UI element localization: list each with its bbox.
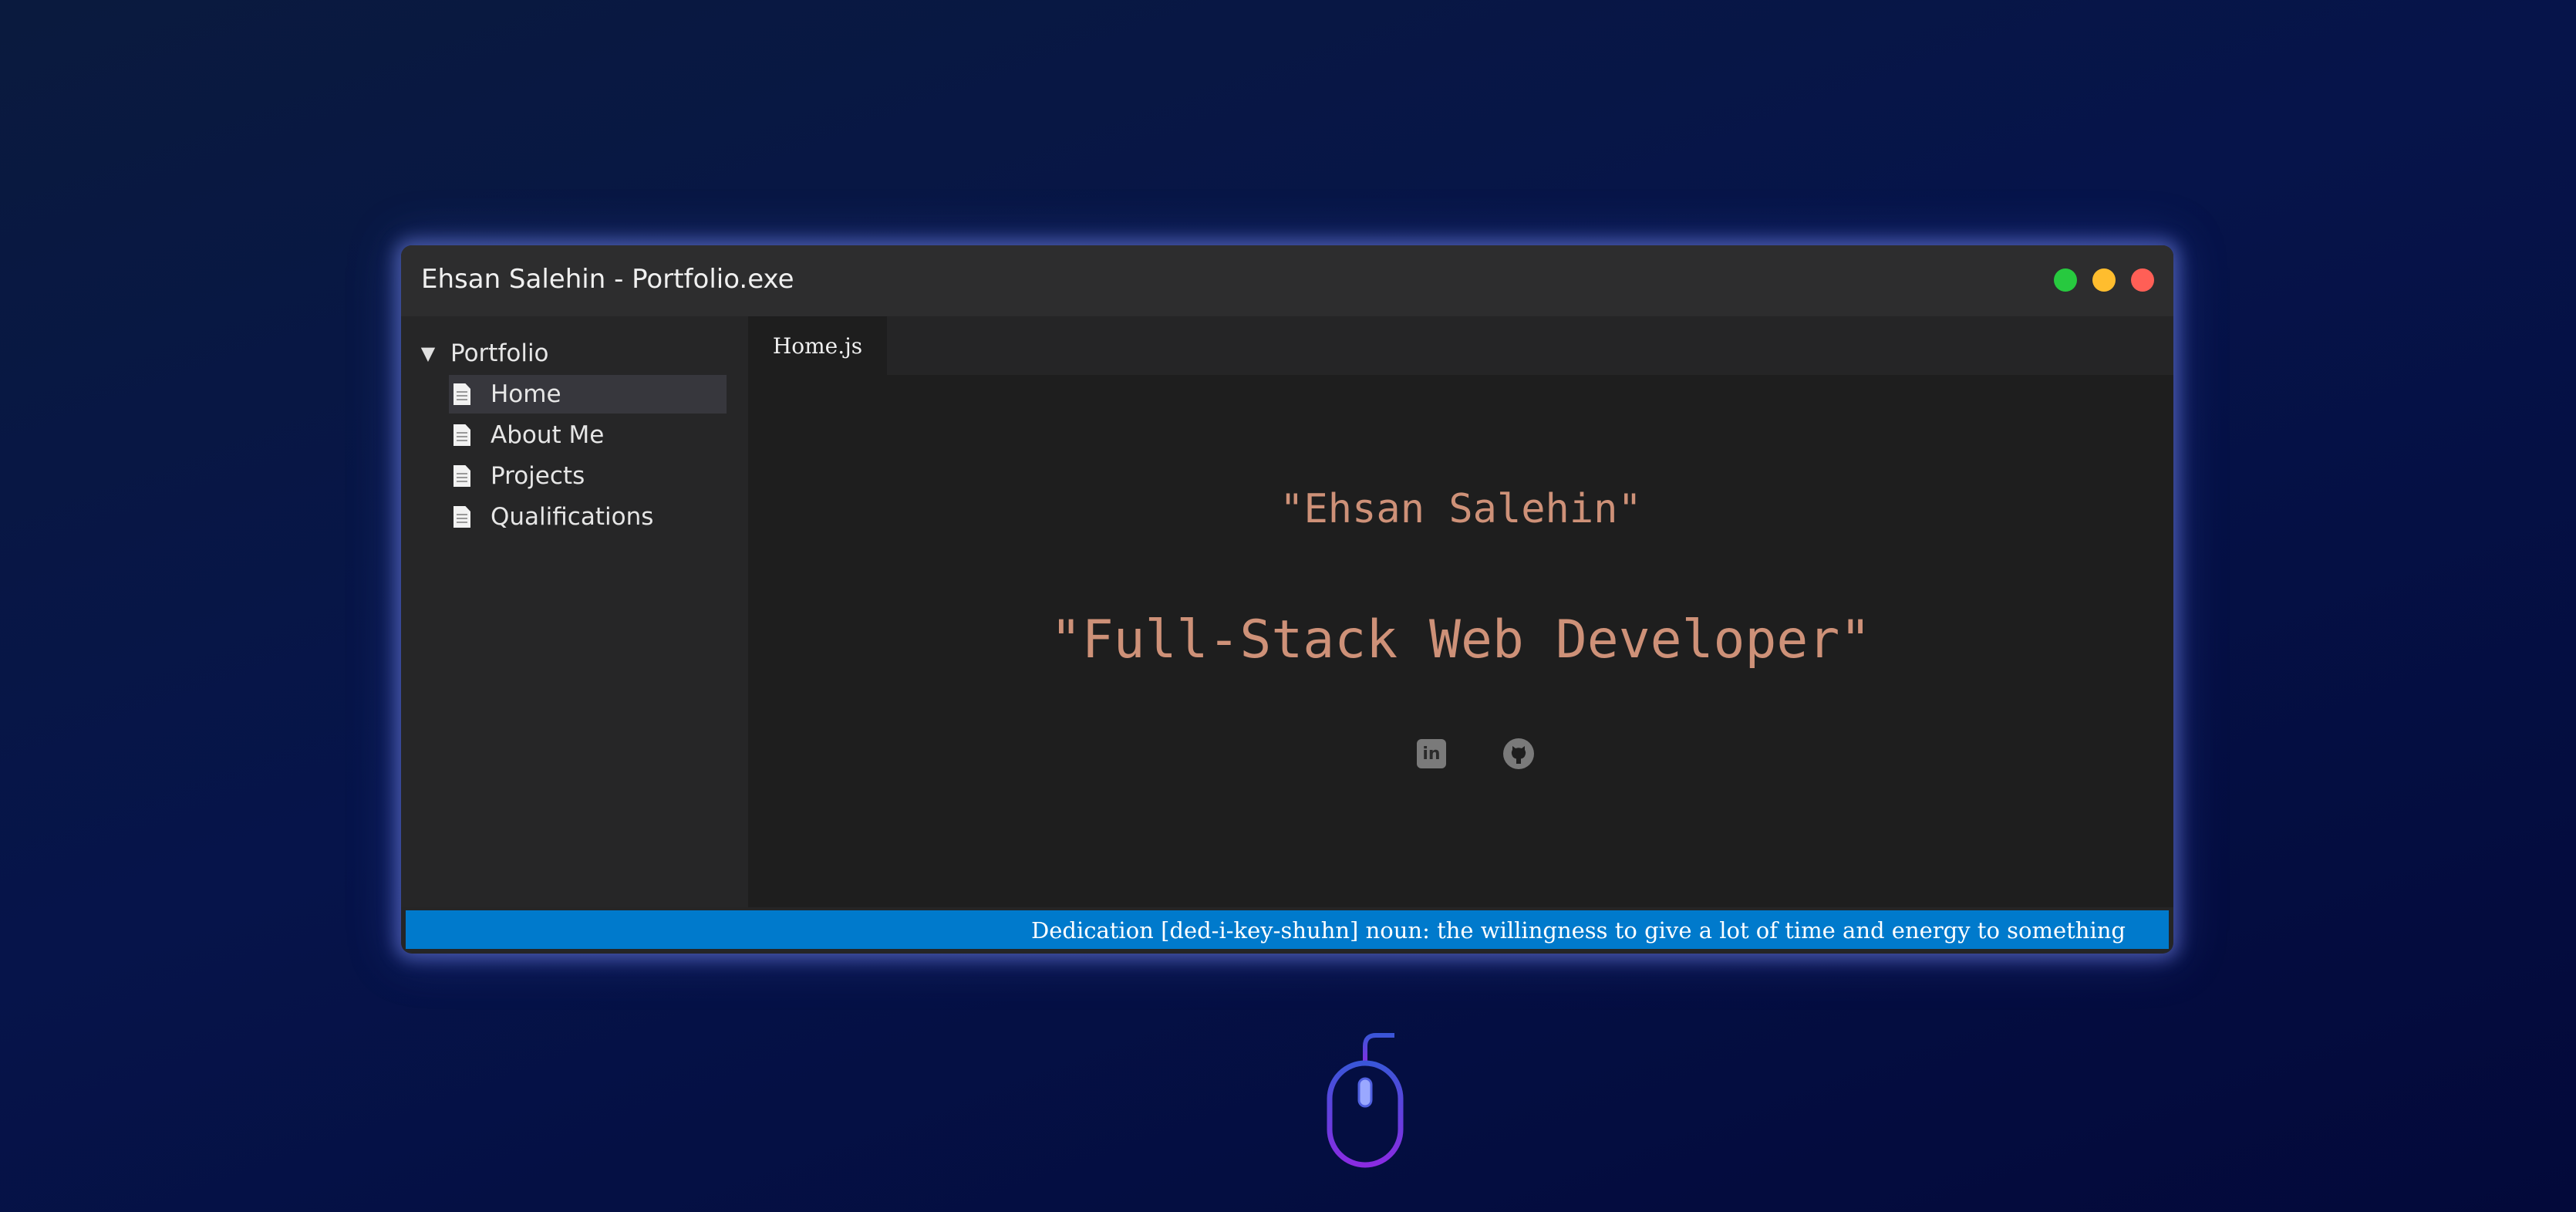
file-icon xyxy=(453,383,470,405)
tab-bar: Home.js xyxy=(748,316,2173,375)
sidebar-item-label: Projects xyxy=(491,462,585,490)
file-explorer-sidebar: ▼ Portfolio Home About Me Projects Quali… xyxy=(401,316,748,907)
sidebar-item-projects[interactable]: Projects xyxy=(449,457,727,495)
github-icon xyxy=(1503,738,1534,769)
window-title: Ehsan Salehin - Portfolio.exe xyxy=(421,264,794,295)
caret-down-icon: ▼ xyxy=(420,343,436,364)
folder-label: Portfolio xyxy=(450,339,549,367)
status-bar: Dedication [ded-i-key-shuhn] noun: the w… xyxy=(406,910,2169,949)
sidebar-item-qualifications[interactable]: Qualifications xyxy=(449,498,727,536)
tab-label: Home.js xyxy=(772,333,863,359)
title-bar: Ehsan Salehin - Portfolio.exe xyxy=(401,245,2173,316)
mouse-scroll-icon[interactable] xyxy=(1319,1031,1411,1170)
editor-pane: Home.js "Ehsan Salehin" "Full-Stack Web … xyxy=(748,316,2173,907)
file-icon xyxy=(453,424,470,446)
status-bar-text: Dedication [ded-i-key-shuhn] noun: the w… xyxy=(1031,917,2126,944)
folder-portfolio[interactable]: ▼ Portfolio xyxy=(416,338,549,369)
sidebar-item-label: About Me xyxy=(491,421,605,449)
file-icon xyxy=(453,506,470,528)
maximize-button[interactable] xyxy=(2054,268,2077,292)
file-icon xyxy=(453,465,470,487)
github-link[interactable] xyxy=(1502,738,1535,770)
tab-home-js[interactable]: Home.js xyxy=(748,316,887,375)
linkedin-link[interactable]: in xyxy=(1415,738,1448,770)
sidebar-item-label: Home xyxy=(491,380,561,408)
minimize-button[interactable] xyxy=(2092,268,2116,292)
name-string: "Ehsan Salehin" xyxy=(1280,486,1642,532)
sidebar-item-about-me[interactable]: About Me xyxy=(449,416,727,454)
sidebar-item-home[interactable]: Home xyxy=(449,375,727,414)
role-string: "Full-Stack Web Developer" xyxy=(1050,609,1872,670)
linkedin-icon: in xyxy=(1417,739,1446,768)
close-button[interactable] xyxy=(2131,268,2154,292)
portfolio-window: Ehsan Salehin - Portfolio.exe ▼ Portfoli… xyxy=(401,245,2173,954)
sidebar-item-label: Qualifications xyxy=(491,503,654,531)
